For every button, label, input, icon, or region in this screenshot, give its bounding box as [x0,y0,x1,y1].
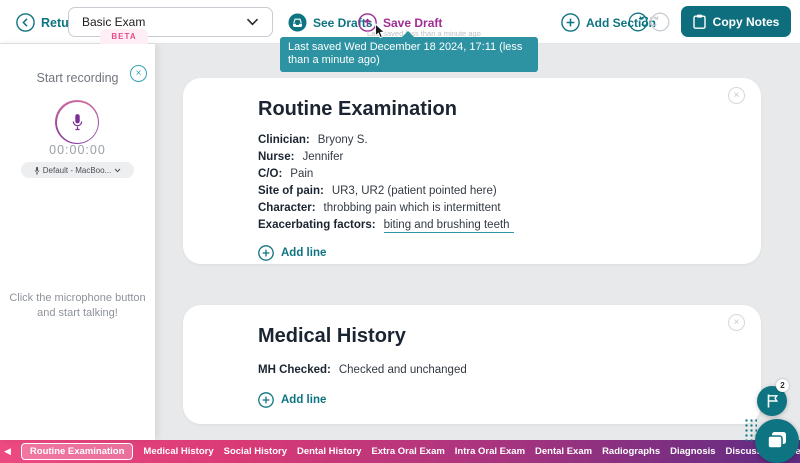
tabbar-scroll-left[interactable]: ◀ [0,440,13,463]
clipboard-icon [693,14,706,29]
last-saved-tooltip: Last saved Wed December 18 2024, 17:11 (… [280,37,538,72]
section-tabbar: ◀ Routine Examination Medical History Soci… [0,440,800,463]
app-window: Return Basic Exam See Drafts Save Draft … [0,0,800,463]
section-fields: Clinician: Bryony S. Nurse: Jennifer C/O: Pai… [258,132,761,234]
field-row: MH Checked: Checked and unchanged [258,362,761,379]
field-label: Clinician: [258,134,310,146]
beta-badge: BETA [100,29,148,44]
add-line-label: Add line [281,394,326,406]
tab-routine-examination[interactable]: Routine Examination [21,443,133,460]
field-label: Nurse: [258,151,294,163]
tab-radiographs[interactable]: Radiographs [602,446,660,457]
redo-icon [650,12,670,32]
field-value[interactable]: throbbing pain which is intermittent [324,202,501,214]
tab-intra-oral-exam[interactable]: Intra Oral Exam [455,446,525,457]
field-value[interactable]: UR3, UR2 (patient pointed here) [332,185,497,197]
add-line-button[interactable]: Add line [258,245,326,261]
template-select-value: Basic Exam [82,15,145,29]
close-section-icon[interactable]: × [728,87,745,104]
undo-button[interactable] [628,12,648,32]
field-label: Site of pain: [258,185,324,197]
microphone-small-icon [34,166,40,175]
add-line-label: Add line [281,247,326,259]
recorder-panel: BETA × Start recording 00:00:00 Default … [0,44,155,440]
record-button-inner [57,102,98,143]
record-button[interactable] [55,100,99,144]
tab-medical-history[interactable]: Medical History [143,446,213,457]
tab-extra-oral-exam[interactable]: Extra Oral Exam [371,446,444,457]
plus-circle-icon [561,13,580,32]
add-line-button[interactable]: Add line [258,392,326,408]
field-row: Site of pain: UR3, UR2 (patient pointed h… [258,183,761,200]
section-title: Medical History [258,325,761,347]
copy-notes-label: Copy Notes [713,15,780,29]
tabbar-tabs: Routine Examination Medical History Social… [13,443,800,460]
field-value[interactable]: Checked and unchanged [339,364,467,376]
recorder-title: Start recording [0,71,155,85]
close-section-icon[interactable]: × [728,314,745,331]
field-row: Nurse: Jennifer [258,149,761,166]
plus-circle-icon [258,392,274,408]
field-value[interactable]: biting and brushing teeth [384,219,514,233]
plus-circle-icon [258,245,274,261]
tab-diagnosis[interactable]: Diagnosis [670,446,715,457]
note-section-card: × Routine Examination Clinician: Bryony S… [183,78,761,264]
field-label: MH Checked: [258,364,331,376]
recorder-hint: Click the microphone button and start ta… [8,291,147,321]
flag-icon [765,393,780,409]
audio-device-select[interactable]: Default - MacBoo... [21,162,134,178]
chevron-down-icon [246,18,259,26]
note-section-card: × Medical History MH Checked: Checked and… [183,305,761,424]
field-row: Exacerbating factors: biting and brushing… [258,217,761,234]
chat-bubbles-icon [765,430,789,452]
field-row: Clinician: Bryony S. [258,132,761,149]
microphone-icon [71,113,84,131]
tab-dental-history[interactable]: Dental History [297,446,361,457]
drafts-inbox-icon [288,13,307,32]
notification-badge: 2 [776,379,789,392]
field-row: Character: throbbing pain which is interm… [258,200,761,217]
audio-device-label: Default - MacBoo... [43,166,111,175]
save-draft-label: Save Draft [383,16,442,30]
tab-dental-exam[interactable]: Dental Exam [535,446,592,457]
field-label: Character: [258,202,316,214]
redo-button[interactable] [650,12,670,32]
template-select[interactable]: Basic Exam [68,7,273,37]
field-value[interactable]: Bryony S. [318,134,368,146]
copy-notes-button[interactable]: Copy Notes [681,6,791,37]
field-value[interactable]: Pain [290,168,313,180]
chat-widget-button[interactable] [755,419,799,463]
tab-social-history[interactable]: Social History [224,446,287,457]
undo-icon [628,12,648,32]
field-value[interactable]: Jennifer [302,151,343,163]
field-row: C/O: Pain [258,166,761,183]
chevron-left-circle-icon [16,13,35,32]
section-title: Routine Examination [258,98,761,120]
field-label: Exacerbating factors: [258,219,376,231]
recording-timer: 00:00:00 [0,143,155,157]
chevron-down-small-icon [114,168,121,173]
section-fields: MH Checked: Checked and unchanged [258,362,761,379]
field-label: C/O: [258,168,282,180]
